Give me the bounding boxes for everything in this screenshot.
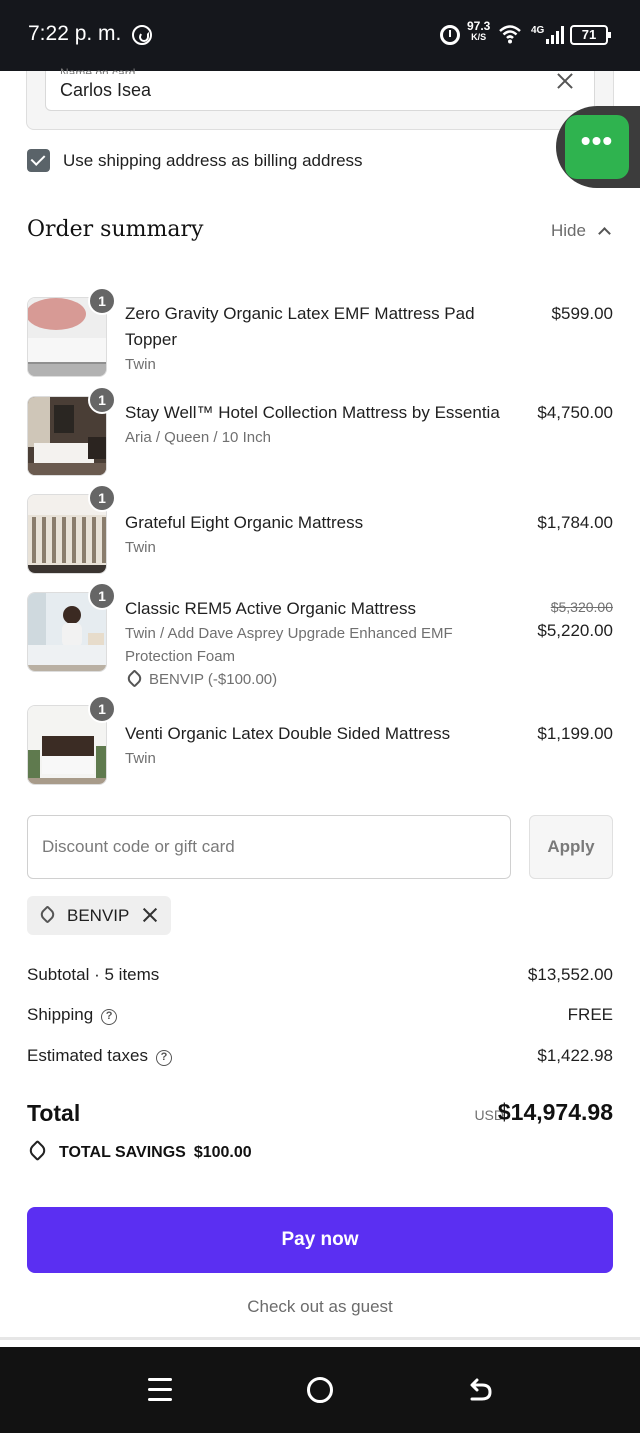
whatsapp-icon	[132, 25, 152, 45]
network-speed-value: 97.3	[467, 19, 491, 33]
item-details: Classic REM5 Active Organic Mattress Twi…	[125, 596, 485, 691]
billing-checkbox[interactable]	[27, 149, 50, 172]
item-name: Grateful Eight Organic Mattress	[125, 513, 364, 532]
status-time: 7:22 p. m.	[28, 22, 122, 45]
item-discount-label: BENVIP (-$100.00)	[149, 671, 278, 688]
taxes-row-label: Estimated taxes?	[27, 1046, 172, 1066]
item-price: $599.00	[551, 304, 613, 323]
checkout-as-guest-link[interactable]: Check out as guest	[0, 1297, 640, 1317]
savings-label: TOTAL SAVINGS	[59, 1144, 186, 1161]
tag-icon	[38, 905, 57, 924]
quantity-badge: 1	[88, 484, 116, 512]
clear-icon[interactable]	[556, 72, 574, 90]
total-value: $14,974.98	[497, 1099, 613, 1125]
item-discount: BENVIP (-$100.00)	[125, 668, 485, 691]
chat-button[interactable]: •••	[565, 115, 629, 179]
savings-tag-icon	[26, 1139, 49, 1162]
applied-discount-code: BENVIP	[67, 906, 130, 925]
applied-discount-chip: BENVIP	[27, 896, 171, 935]
help-icon[interactable]: ?	[155, 1050, 172, 1066]
total-label: Total	[27, 1100, 81, 1126]
item-details: Zero Gravity Organic Latex EMF Mattress …	[125, 301, 515, 376]
quantity-badge: 1	[88, 695, 116, 723]
item-name: Classic REM5 Active Organic Mattress	[125, 599, 416, 618]
quantity-badge: 1	[88, 287, 116, 315]
item-price: $1,199.00	[537, 724, 613, 743]
recent-apps-icon[interactable]	[148, 1378, 172, 1402]
item-details: Venti Organic Latex Double Sided Mattres…	[125, 721, 515, 770]
help-icon[interactable]: ?	[101, 1009, 118, 1025]
hide-summary-toggle[interactable]: Hide	[551, 221, 586, 241]
item-price-block: $5,320.00 $5,220.00	[537, 596, 613, 644]
item-variant: Twin	[125, 356, 156, 373]
tag-icon	[125, 669, 144, 688]
item-variant: Twin / Add Dave Asprey Upgrade Enhanced …	[125, 625, 453, 665]
network-speed: 97.3 K/S	[467, 19, 491, 43]
network-type: 4G	[531, 25, 545, 36]
item-original-price: $5,320.00	[550, 599, 613, 615]
item-name: Venti Organic Latex Double Sided Mattres…	[125, 724, 451, 743]
item-details: Grateful Eight Organic Mattress Twin	[125, 510, 515, 559]
subtotal-value: $13,552.00	[527, 965, 613, 984]
item-variant: Twin	[125, 539, 156, 556]
taxes-label: Estimated taxes	[27, 1046, 148, 1065]
signal-icon	[546, 26, 566, 44]
network-speed-unit: K/S	[471, 32, 487, 42]
name-on-card-label: Name on card	[60, 66, 136, 74]
shipping-row-label: Shipping?	[27, 1005, 118, 1025]
item-details: Stay Well™ Hotel Collection Mattress by …	[125, 400, 515, 449]
chevron-up-icon[interactable]	[598, 227, 611, 240]
savings-value: $100.00	[193, 1144, 252, 1161]
subtotal-label: Subtotal · 5 items	[27, 965, 160, 984]
item-price: $5,220.00	[537, 621, 613, 640]
item-price: $4,750.00	[537, 403, 613, 422]
apply-button[interactable]: Apply	[529, 815, 613, 879]
shipping-value: FREE	[567, 1005, 613, 1024]
wifi-icon	[499, 25, 521, 44]
discount-code-input[interactable]	[27, 815, 511, 879]
order-summary-title: Order summary	[27, 217, 204, 242]
pay-now-button[interactable]: Pay now	[27, 1207, 613, 1273]
divider	[0, 1337, 640, 1340]
item-name: Zero Gravity Organic Latex EMF Mattress …	[125, 304, 475, 349]
name-on-card-value[interactable]: Carlos Isea	[60, 80, 151, 101]
item-name: Stay Well™ Hotel Collection Mattress by …	[125, 403, 500, 422]
taxes-value: $1,422.98	[537, 1046, 613, 1065]
remove-discount-icon[interactable]	[141, 906, 159, 924]
item-price: $1,784.00	[537, 513, 613, 532]
item-variant: Twin	[125, 750, 156, 767]
status-bar: 7:22 p. m. 97.3 K/S 4G 71	[0, 0, 640, 71]
alarm-icon	[440, 25, 460, 45]
shipping-label: Shipping	[27, 1005, 94, 1024]
quantity-badge: 1	[88, 582, 116, 610]
home-icon[interactable]	[307, 1377, 333, 1403]
quantity-badge: 1	[88, 386, 116, 414]
item-variant: Aria / Queen / 10 Inch	[125, 429, 271, 446]
total-savings: TOTAL SAVINGS $100.00	[26, 1139, 252, 1162]
battery-icon: 71	[570, 25, 611, 45]
billing-checkbox-label[interactable]: Use shipping address as billing address	[63, 151, 363, 171]
back-icon[interactable]	[468, 1377, 494, 1403]
